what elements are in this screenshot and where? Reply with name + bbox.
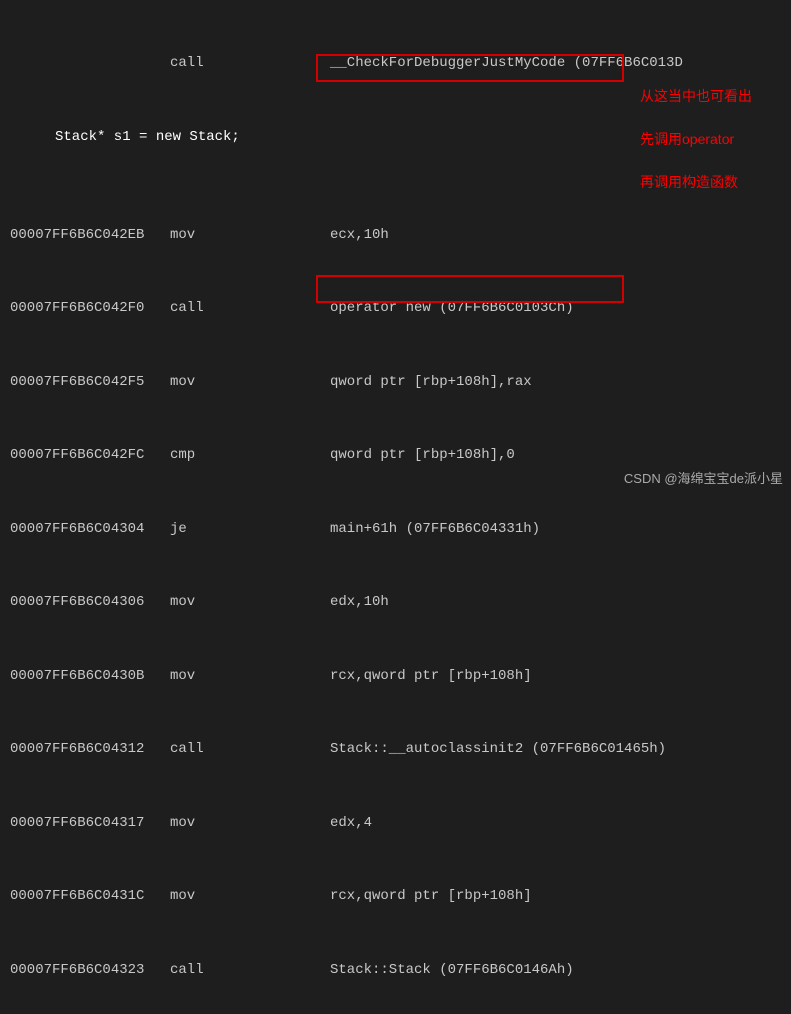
annotation-3: 再调用构造函数 (640, 172, 738, 192)
annotation-1: 从这当中也可看出 (640, 86, 752, 106)
asm-row: 00007FF6B6C04304jemain+61h (07FF6B6C0433… (10, 517, 791, 542)
disassembly-view[interactable]: call__CheckForDebuggerJustMyCode (07FF6B… (0, 0, 791, 1014)
asm-row: 00007FF6B6C04312callStack::__autoclassin… (10, 737, 791, 762)
annotation-2: 先调用operator (640, 129, 734, 149)
asm-row: 00007FF6B6C042F5movqword ptr [rbp+108h],… (10, 370, 791, 395)
asm-row: 00007FF6B6C0431Cmovrcx,qword ptr [rbp+10… (10, 884, 791, 909)
asm-row: 00007FF6B6C04306movedx,10h (10, 590, 791, 615)
asm-row: 00007FF6B6C04317movedx,4 (10, 811, 791, 836)
asm-row: 00007FF6B6C04323callStack::Stack (07FF6B… (10, 958, 791, 983)
asm-row: 00007FF6B6C0430Bmovrcx,qword ptr [rbp+10… (10, 664, 791, 689)
asm-row: 00007FF6B6C042FCcmpqword ptr [rbp+108h],… (10, 443, 791, 468)
asm-row: 00007FF6B6C042EBmovecx,10h (10, 223, 791, 248)
watermark: CSDN @海绵宝宝de派小星 (624, 468, 783, 487)
partial-top-line: call__CheckForDebuggerJustMyCode (07FF6B… (10, 51, 791, 76)
asm-row: 00007FF6B6C042F0calloperator new (07FF6B… (10, 296, 791, 321)
